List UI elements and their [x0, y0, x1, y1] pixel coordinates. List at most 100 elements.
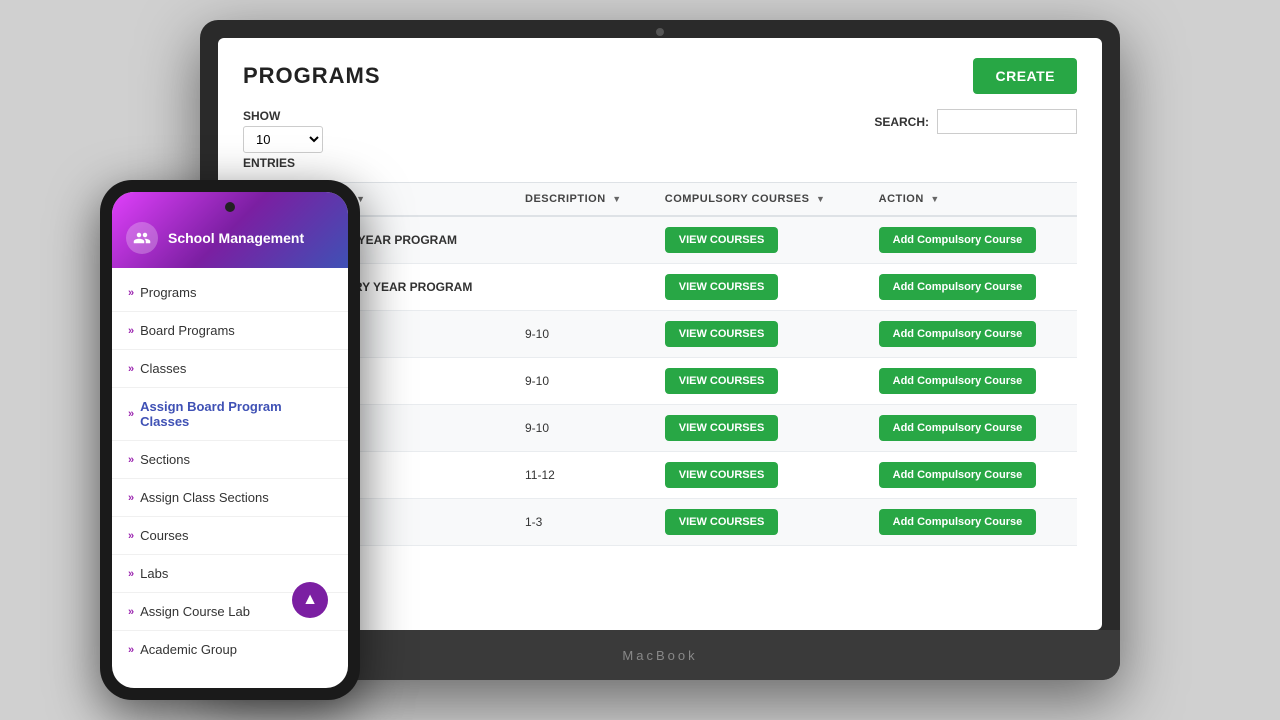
add-compulsory-button[interactable]: Add Compulsory Course	[879, 509, 1037, 535]
nav-divider	[112, 554, 348, 555]
cell-action: Add Compulsory Course	[867, 264, 1077, 311]
search-input[interactable]	[937, 109, 1077, 134]
mobile-screen: School Management » Programs » Board Progra…	[112, 192, 348, 688]
nav-item-label: Classes	[140, 361, 186, 376]
nav-divider	[112, 440, 348, 441]
mobile-nav-item[interactable]: » Programs	[112, 276, 348, 309]
scroll-to-top-button[interactable]: ▲	[292, 582, 328, 618]
view-courses-button[interactable]: VIEW COURSES	[665, 509, 779, 535]
nav-divider	[112, 516, 348, 517]
mobile-header-title: School Management	[168, 230, 304, 246]
view-courses-button[interactable]: VIEW COURSES	[665, 321, 779, 347]
add-compulsory-button[interactable]: Add Compulsory Course	[879, 227, 1037, 253]
cell-compulsory: VIEW COURSES	[653, 499, 867, 546]
school-management-icon	[126, 222, 158, 254]
mobile-nav-item[interactable]: » Courses	[112, 519, 348, 552]
laptop-brand-label: MacBook	[622, 648, 697, 663]
mobile-notch-dot	[225, 202, 235, 212]
view-courses-button[interactable]: VIEW COURSES	[665, 462, 779, 488]
cell-action: Add Compulsory Course	[867, 358, 1077, 405]
cell-compulsory: VIEW COURSES	[653, 311, 867, 358]
entries-label: ENTRIES	[243, 156, 323, 170]
nav-item-label: Programs	[140, 285, 196, 300]
mobile-nav-item[interactable]: » Academic Group	[112, 633, 348, 666]
nav-chevron-icon: »	[128, 568, 134, 580]
mobile-nav-item[interactable]: »Classes	[112, 352, 348, 385]
nav-item-label: Academic Group	[140, 642, 237, 657]
cell-description: 9-10	[513, 405, 653, 452]
add-compulsory-button[interactable]: Add Compulsory Course	[879, 368, 1037, 394]
table-row: 7)1-3VIEW COURSESAdd Compulsory Course	[243, 499, 1077, 546]
table-body: 1EARLY YEAR PROGRAMVIEW COURSESAdd Compu…	[243, 216, 1077, 546]
add-compulsory-button[interactable]: Add Compulsory Course	[879, 321, 1037, 347]
nav-divider	[112, 387, 348, 388]
nav-item-label: Assign Course Lab	[140, 604, 250, 619]
cell-description: 11-12	[513, 452, 653, 499]
nav-divider	[112, 630, 348, 631]
mobile-nav-item[interactable]: » Sections	[112, 443, 348, 476]
cell-compulsory: VIEW COURSES	[653, 264, 867, 311]
create-button[interactable]: CREATE	[973, 58, 1077, 94]
add-compulsory-button[interactable]: Add Compulsory Course	[879, 462, 1037, 488]
table-row: 39-10VIEW COURSESAdd Compulsory Course	[243, 311, 1077, 358]
nav-divider	[112, 349, 348, 350]
show-select[interactable]: 10 25 50	[243, 126, 323, 153]
show-label: SHOW	[243, 109, 323, 123]
cell-description: 1-3	[513, 499, 653, 546]
scroll-top-icon: ▲	[302, 591, 318, 609]
nav-divider	[112, 311, 348, 312]
cell-compulsory: VIEW COURSES	[653, 216, 867, 264]
mobile-nav-item[interactable]: »Assign Board Program Classes	[112, 390, 348, 438]
view-courses-button[interactable]: VIEW COURSES	[665, 274, 779, 300]
nav-chevron-icon: »	[128, 287, 134, 299]
nav-chevron-icon: »	[128, 530, 134, 542]
cell-description: 9-10	[513, 358, 653, 405]
col-compulsory[interactable]: COMPULSORY COURSES ▼	[653, 183, 867, 217]
programs-table: ID ▲ NAME ▼ DESCRIPTION ▼ COMPULSORY COU…	[243, 182, 1077, 546]
table-row: 49-10VIEW COURSESAdd Compulsory Course	[243, 358, 1077, 405]
cell-action: Add Compulsory Course	[867, 405, 1077, 452]
nav-item-label: Board Programs	[140, 323, 235, 338]
cell-description	[513, 216, 653, 264]
nav-item-label: Labs	[140, 566, 168, 581]
nav-chevron-icon: »	[128, 454, 134, 466]
mobile-nav-item[interactable]: »Assign Class Sections	[112, 481, 348, 514]
sort-icon-action: ▼	[930, 194, 939, 204]
table-row: 1EARLY YEAR PROGRAMVIEW COURSESAdd Compu…	[243, 216, 1077, 264]
cell-compulsory: VIEW COURSES	[653, 405, 867, 452]
nav-item-label: Sections	[140, 452, 190, 467]
nav-chevron-icon: »	[128, 644, 134, 656]
mobile-shell: School Management » Programs » Board Progra…	[100, 180, 360, 700]
sort-icon-comp: ▼	[816, 194, 825, 204]
nav-item-label: Courses	[140, 528, 188, 543]
nav-chevron-icon: »	[128, 408, 134, 420]
nav-chevron-icon: »	[128, 492, 134, 504]
cell-action: Add Compulsory Course	[867, 216, 1077, 264]
add-compulsory-button[interactable]: Add Compulsory Course	[879, 274, 1037, 300]
table-header: ID ▲ NAME ▼ DESCRIPTION ▼ COMPULSORY COU…	[243, 183, 1077, 217]
add-compulsory-button[interactable]: Add Compulsory Course	[879, 415, 1037, 441]
col-description[interactable]: DESCRIPTION ▼	[513, 183, 653, 217]
page-title: PROGRAMS	[243, 63, 381, 89]
table-row: 2PRIMARY YEAR PROGRAMVIEW COURSESAdd Com…	[243, 264, 1077, 311]
nav-chevron-icon: »	[128, 606, 134, 618]
cell-action: Add Compulsory Course	[867, 452, 1077, 499]
cell-compulsory: VIEW COURSES	[653, 358, 867, 405]
nav-chevron-icon: »	[128, 325, 134, 337]
mobile-nav-item[interactable]: » Board Programs	[112, 314, 348, 347]
page-header: PROGRAMS CREATE	[243, 58, 1077, 94]
nav-divider	[112, 478, 348, 479]
search-section: SEARCH:	[874, 109, 1077, 134]
cell-compulsory: VIEW COURSES	[653, 452, 867, 499]
view-courses-button[interactable]: VIEW COURSES	[665, 227, 779, 253]
show-section: SHOW 10 25 50 ENTRIES	[243, 109, 323, 170]
col-action[interactable]: ACTION ▼	[867, 183, 1077, 217]
search-label: SEARCH:	[874, 115, 929, 129]
cell-action: Add Compulsory Course	[867, 499, 1077, 546]
cell-action: Add Compulsory Course	[867, 311, 1077, 358]
controls-row: SHOW 10 25 50 ENTRIES SEARCH:	[243, 109, 1077, 170]
view-courses-button[interactable]: VIEW COURSES	[665, 368, 779, 394]
cell-description	[513, 264, 653, 311]
laptop-notch	[656, 28, 664, 36]
view-courses-button[interactable]: VIEW COURSES	[665, 415, 779, 441]
